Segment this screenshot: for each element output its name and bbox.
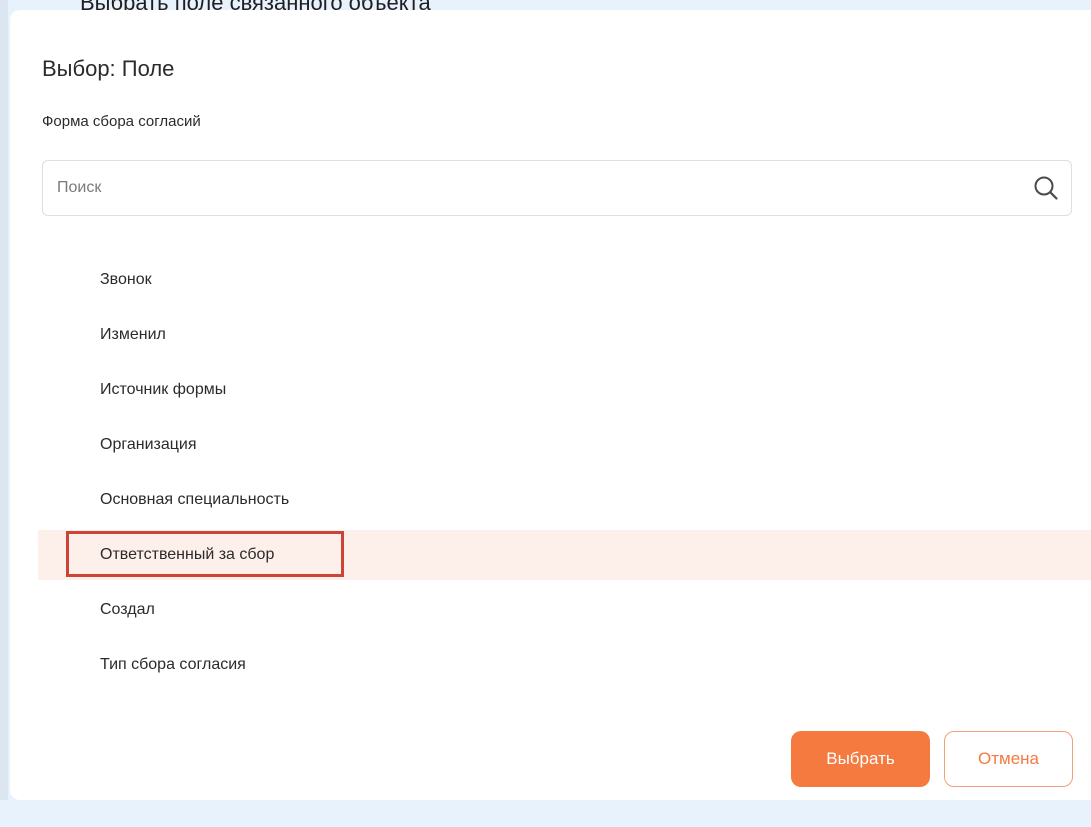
search-input[interactable]: [57, 161, 1017, 215]
field-item-sozdal[interactable]: Создал: [38, 585, 1091, 635]
field-item-label: Звонок: [100, 271, 152, 288]
background-window-edge: [0, 0, 8, 800]
field-item-zvonok[interactable]: Звонок: [38, 255, 1091, 305]
field-item-label: Тип сбора согласия: [100, 656, 246, 673]
select-field-dialog: Выбор: Поле Форма сбора согласий Звонок …: [10, 10, 1091, 800]
field-item-osnovnaya-spetsialnost[interactable]: Основная специальность: [38, 475, 1091, 525]
field-item-tip-sbora-soglasiya[interactable]: Тип сбора согласия: [38, 640, 1091, 690]
search-box: [42, 160, 1072, 216]
dialog-title: Выбор: Поле: [42, 56, 175, 81]
field-item-otvetstvennyy-za-sbor[interactable]: Ответственный за сбор: [38, 530, 1091, 580]
search-icon[interactable]: [1033, 175, 1059, 201]
field-item-izmenil[interactable]: Изменил: [38, 310, 1091, 360]
field-item-label: Источник формы: [100, 381, 227, 398]
cancel-button[interactable]: Отмена: [944, 731, 1073, 787]
field-item-label: Создал: [100, 601, 155, 618]
dialog-subtitle: Форма сбора согласий: [42, 113, 201, 130]
field-item-label: Организация: [100, 436, 197, 453]
field-list: Звонок Изменил Источник формы Организаци…: [38, 255, 1091, 695]
field-item-label: Изменил: [100, 326, 166, 343]
select-button[interactable]: Выбрать: [791, 731, 930, 787]
field-item-organizatsiya[interactable]: Организация: [38, 420, 1091, 470]
field-item-label: Основная специальность: [100, 491, 290, 508]
field-item-label: Ответственный за сбор: [65, 530, 345, 580]
field-item-istochnik-formy[interactable]: Источник формы: [38, 365, 1091, 415]
